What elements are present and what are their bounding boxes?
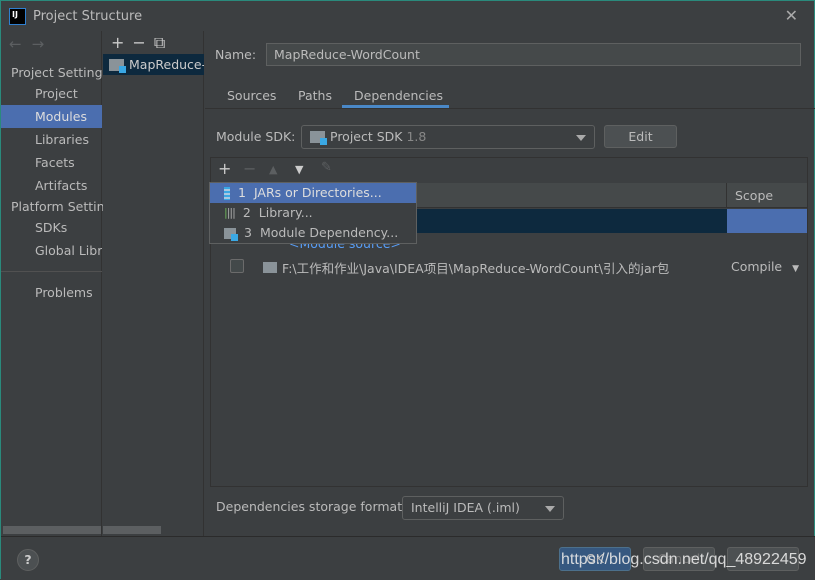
sidebar-item-artifacts[interactable]: Artifacts	[1, 174, 102, 197]
move-up-icon[interactable]: ▲	[269, 163, 277, 176]
help-button[interactable]: ?	[17, 549, 39, 571]
tab-dependencies[interactable]: Dependencies	[354, 88, 443, 103]
add-icon[interactable]: +	[218, 159, 231, 178]
module-item[interactable]: MapReduce-WordCount	[103, 54, 204, 75]
edit-pencil-icon[interactable]: ✎	[321, 160, 332, 175]
sdk-folder-icon	[310, 131, 327, 145]
scope-cell[interactable]	[727, 209, 807, 233]
modules-scrollbar[interactable]	[103, 526, 161, 534]
add-dependency-popup: 1 JARs or Directories... |||| 2 Library... …	[209, 182, 417, 244]
intellij-logo-icon: IJ	[9, 7, 26, 25]
scope-dropdown[interactable]: Compile ▼	[731, 259, 799, 274]
tab-sources[interactable]: Sources	[227, 88, 276, 103]
sidebar-item-global-libraries[interactable]: Global Libraries	[1, 239, 102, 262]
jar-icon	[224, 186, 230, 200]
deps-toolbar: + − ▲ ▼ ✎	[211, 158, 807, 182]
tab-paths[interactable]: Paths	[298, 88, 332, 103]
remove-icon[interactable]: −	[132, 33, 153, 52]
module-sdk-dropdown[interactable]: Project SDK 1.8	[301, 125, 595, 149]
module-sdk-label: Module SDK:	[216, 129, 296, 144]
modules-toolbar: +−⧉	[111, 33, 173, 53]
scope-header: Scope	[735, 188, 774, 203]
folder-icon	[263, 262, 277, 273]
sidebar-item-sdks[interactable]: SDKs	[1, 216, 102, 239]
name-input[interactable]: MapReduce-WordCount	[266, 43, 801, 66]
sidebar-scrollbar[interactable]	[3, 526, 101, 534]
sidebar-item-facets[interactable]: Facets	[1, 151, 102, 174]
chevron-down-icon	[576, 135, 586, 141]
remove-icon[interactable]: −	[243, 159, 256, 178]
storage-format-label: Dependencies storage format:	[216, 499, 407, 514]
watermark: https://blog.csdn.net/qq_48922459	[561, 551, 807, 568]
copy-icon[interactable]: ⧉	[154, 33, 173, 52]
chevron-down-icon	[545, 506, 555, 512]
library-icon: ||||	[224, 206, 236, 219]
sidebar-item-modules[interactable]: Modules	[1, 105, 102, 128]
edit-button[interactable]: Edit	[604, 125, 677, 148]
table-row[interactable]: F:\工作和作业\Java\IDEA项目\MapReduce-WordCount…	[263, 258, 669, 277]
sidebar-item-project[interactable]: Project	[1, 82, 102, 105]
sidebar-item-libraries[interactable]: Libraries	[1, 128, 102, 151]
modules-panel: +−⧉ MapReduce-WordCount	[103, 31, 204, 536]
export-checkbox[interactable]	[230, 259, 244, 273]
name-label: Name:	[215, 47, 257, 62]
menu-item-jars[interactable]: 1 JARs or Directories...	[210, 183, 416, 203]
section-project-settings: Project Settings	[11, 65, 110, 80]
chevron-down-icon: ▼	[792, 264, 800, 274]
sidebar: ←→ Project Settings Project Modules Libr…	[1, 31, 119, 536]
move-down-icon[interactable]: ▼	[295, 163, 303, 176]
storage-format-dropdown[interactable]: IntelliJ IDEA (.iml)	[402, 496, 564, 520]
window-title: Project Structure	[33, 8, 143, 24]
module-icon	[224, 227, 238, 241]
sidebar-item-problems[interactable]: Problems	[1, 281, 102, 304]
tab-bar: Sources Paths Dependencies	[205, 81, 815, 109]
divider	[1, 271, 102, 272]
module-settings: Name: MapReduce-WordCount Sources Paths …	[205, 31, 815, 536]
back-forward-icons[interactable]: ←→	[9, 35, 54, 53]
tab-selected-indicator	[342, 105, 449, 108]
menu-item-module-dependency[interactable]: 3 Module Dependency...	[210, 223, 416, 243]
menu-item-library[interactable]: |||| 2 Library...	[210, 203, 416, 223]
close-icon[interactable]: ✕	[785, 6, 798, 25]
bottom-bar: ? OK Cancel Apply https://blog.csdn.net/…	[1, 536, 815, 580]
add-icon[interactable]: +	[111, 33, 132, 52]
module-folder-icon	[109, 58, 126, 73]
title-bar: IJ Project Structure	[1, 1, 815, 31]
